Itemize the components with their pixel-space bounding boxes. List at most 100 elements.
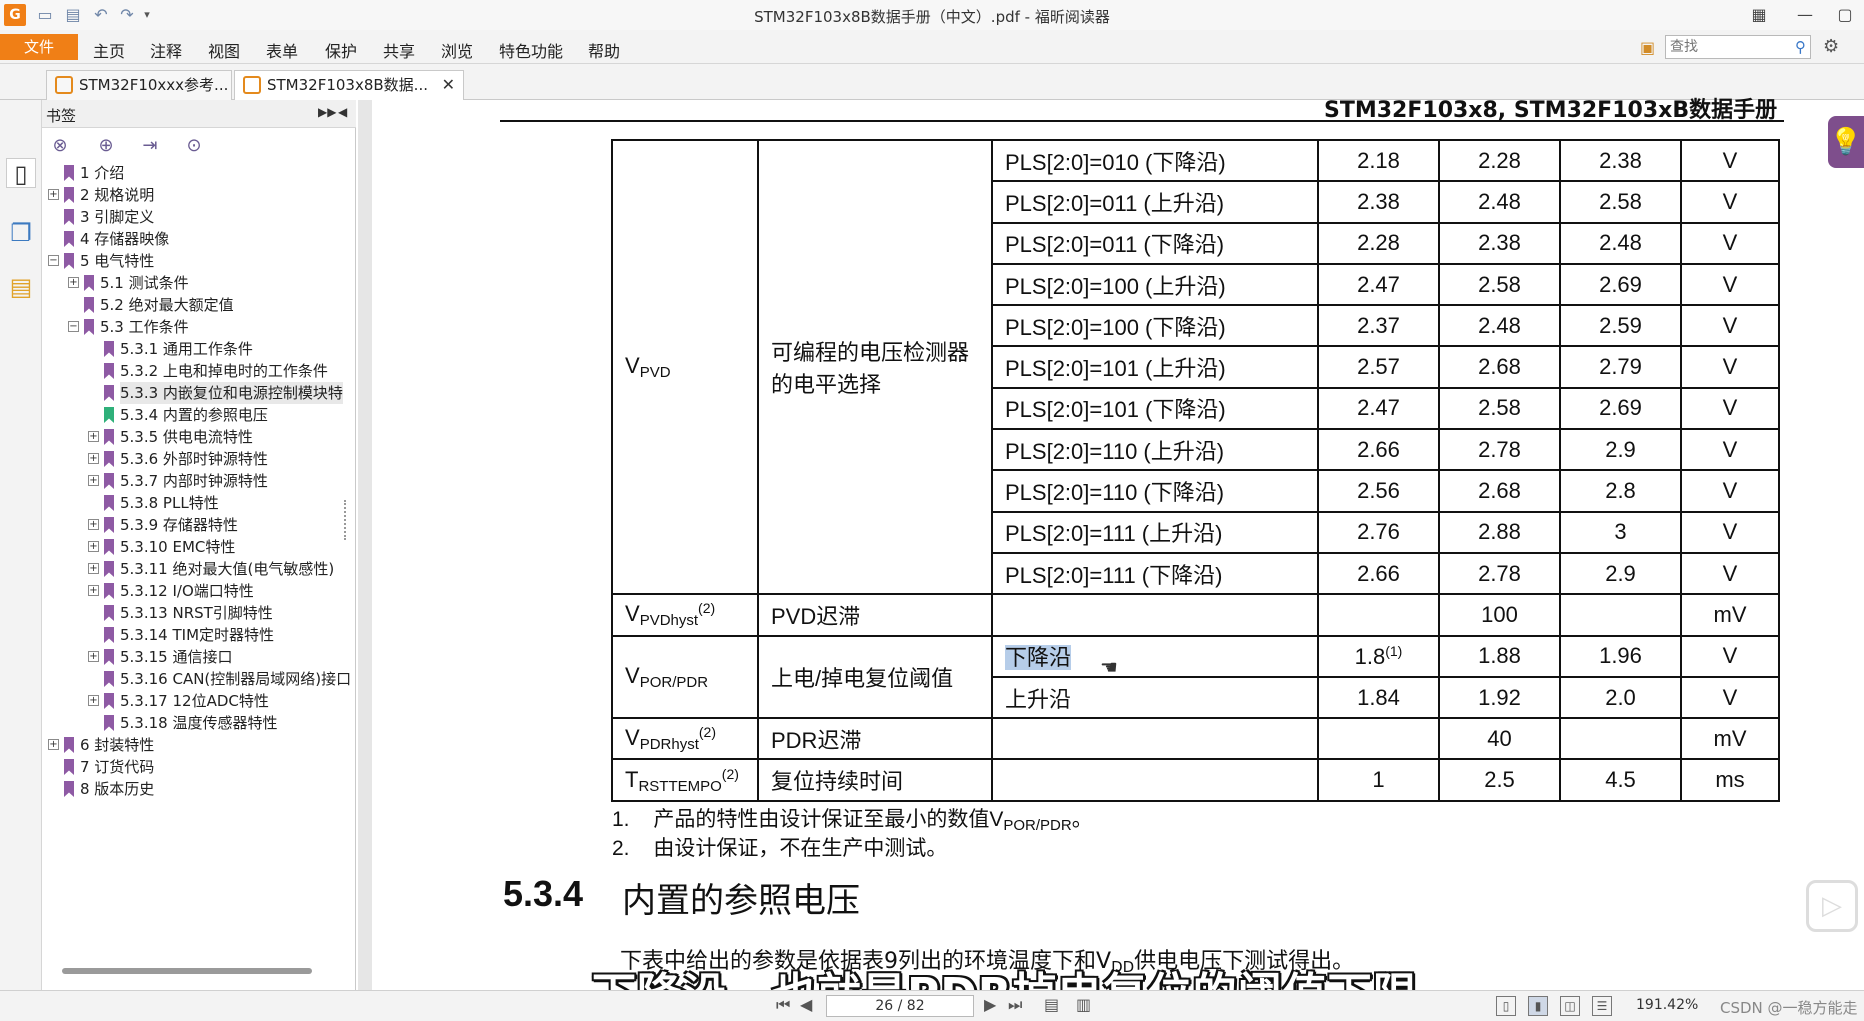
- gear-icon[interactable]: ⚙: [1823, 36, 1839, 57]
- symbol-cell: VPOR/PDR: [611, 634, 759, 720]
- electrical-spec-table: VPVD 可编程的电压检测器的电平选择 PLS[2:0]=010 (下降沿) 2.18…: [611, 138, 1780, 802]
- typ-cell: 2.48: [1438, 180, 1561, 224]
- collapse-icon[interactable]: −: [48, 255, 59, 266]
- min-cell: 2.47: [1317, 386, 1440, 431]
- page-number-field[interactable]: 26 / 82: [826, 995, 974, 1017]
- min-cell: 2.18: [1317, 138, 1440, 183]
- tab-datasheet[interactable]: STM32F103x8B数据... ✕: [234, 70, 464, 100]
- expand-icon[interactable]: +: [88, 453, 99, 464]
- continuous-facing-view-icon[interactable]: ☰: [1592, 996, 1612, 1016]
- tab-reference-manual[interactable]: STM32F10xxx参考...: [46, 70, 232, 100]
- zoom-level[interactable]: 191.42%: [1636, 997, 1698, 1013]
- collapse-icon[interactable]: −: [68, 321, 79, 332]
- expand-icon[interactable]: +: [88, 541, 99, 552]
- facing-view-icon[interactable]: ◫: [1560, 996, 1580, 1016]
- bookmark-panel-title: 书签: [46, 107, 77, 125]
- bookmark-label: 5.3 工作条件: [100, 318, 189, 336]
- print-icon[interactable]: ▤: [1044, 995, 1059, 1014]
- expand-panel-icon[interactable]: ▶▶: [318, 105, 336, 119]
- menu-bar: 文件 主页 注释 视图 表单 保护 共享 浏览 特色功能 帮助 ▣ ⚲ ⚙: [0, 30, 1864, 64]
- first-page-icon[interactable]: ⏮: [776, 995, 790, 1015]
- unit-cell: V: [1680, 221, 1780, 265]
- menu-home[interactable]: 主页: [93, 38, 125, 62]
- table-row: TRSTTEMPO(2) 复位持续时间 1 2.5 4.5 ms: [611, 758, 1780, 802]
- menu-browse[interactable]: 浏览: [441, 38, 473, 62]
- condition-cell-selected: 下降沿: [991, 634, 1319, 678]
- menu-share[interactable]: 共享: [383, 38, 415, 62]
- menu-file[interactable]: 文件: [0, 34, 78, 60]
- expand-icon[interactable]: +: [88, 695, 99, 706]
- delete-bookmark-icon[interactable]: ⊗: [48, 134, 72, 158]
- expand-icon[interactable]: +: [48, 189, 59, 200]
- menu-form[interactable]: 表单: [266, 38, 298, 62]
- min-cell: 2.66: [1317, 428, 1440, 472]
- min-cell: 2.47: [1317, 262, 1440, 307]
- expand-icon[interactable]: +: [88, 519, 99, 530]
- menu-help[interactable]: 帮助: [588, 38, 620, 62]
- expand-bookmark-icon[interactable]: ⇥: [138, 134, 162, 158]
- horizontal-scrollbar[interactable]: [62, 968, 312, 974]
- condition-cell: PLS[2:0]=101 (下降沿): [991, 386, 1319, 431]
- search-icon[interactable]: ⚲: [1795, 38, 1806, 56]
- prev-page-icon[interactable]: ◀: [800, 995, 812, 1014]
- menu-comment[interactable]: 注释: [150, 38, 182, 62]
- typ-cell: 2.68: [1438, 469, 1561, 513]
- expand-icon[interactable]: +: [88, 651, 99, 662]
- search-input[interactable]: [1666, 36, 1776, 58]
- unit-cell: V: [1680, 304, 1780, 348]
- condition-cell: PLS[2:0]=100 (上升沿): [991, 262, 1319, 307]
- continuous-view-icon[interactable]: ▮: [1528, 996, 1548, 1016]
- section-title: 内置的参照电压: [622, 881, 860, 921]
- add-bookmark-icon[interactable]: ⊕: [94, 134, 118, 158]
- bookmark-label: 5.3.3 内嵌复位和电源控制模块特: [120, 382, 343, 404]
- condition-cell: [991, 758, 1319, 802]
- folder-search-icon[interactable]: ▣: [1640, 38, 1655, 57]
- bookmark-icon: [104, 407, 114, 423]
- menu-protect[interactable]: 保护: [325, 38, 357, 62]
- bookmark-label: 5.3.14 TIM定时器特性: [120, 626, 275, 644]
- bookmark-label: 5.3.13 NRST引脚特性: [120, 604, 273, 622]
- bookmark-label: 8 版本历史: [80, 780, 155, 798]
- minimize-icon[interactable]: —: [1790, 4, 1820, 26]
- expand-icon[interactable]: +: [88, 585, 99, 596]
- menu-features[interactable]: 特色功能: [499, 38, 563, 62]
- bookmark-label: 5.2 绝对最大额定值: [100, 296, 234, 314]
- panel-resize-handle[interactable]: [344, 500, 350, 540]
- layout-grid-icon[interactable]: ▦: [1744, 4, 1774, 26]
- close-icon[interactable]: ✕: [442, 71, 455, 99]
- bookmark-label: 7 订货代码: [80, 758, 155, 776]
- bookmark-panel-icon[interactable]: ▯: [6, 158, 36, 188]
- collapse-panel-icon[interactable]: ◀: [338, 105, 347, 119]
- typ-cell: 2.38: [1438, 221, 1561, 265]
- find-bookmark-icon[interactable]: ⊙: [182, 134, 206, 158]
- play-icon[interactable]: ▷: [1806, 880, 1858, 932]
- search-box[interactable]: ⚲: [1665, 35, 1811, 59]
- restore-icon[interactable]: ▢: [1830, 4, 1860, 26]
- typ-cell: 2.88: [1438, 510, 1561, 554]
- expand-icon[interactable]: +: [88, 563, 99, 574]
- last-page-icon[interactable]: ⏭: [1008, 995, 1022, 1015]
- bookmark-header: 书签 ▶▶ ◀: [42, 100, 356, 128]
- expand-icon[interactable]: +: [88, 475, 99, 486]
- max-cell: 3: [1559, 510, 1682, 554]
- single-page-view-icon[interactable]: ▯: [1496, 996, 1516, 1016]
- bookmark-label: 5 电气特性: [80, 252, 155, 270]
- min-cell: 2.66: [1317, 551, 1440, 596]
- bookmark-icon: [104, 451, 114, 467]
- expand-icon[interactable]: +: [88, 431, 99, 442]
- bookmark-label: 4 存储器映像: [80, 230, 170, 248]
- expand-icon[interactable]: +: [68, 277, 79, 288]
- page-layout-icon[interactable]: ▥: [1076, 995, 1091, 1014]
- lightbulb-icon[interactable]: 💡: [1828, 116, 1864, 168]
- min-cell: 1.8(1): [1317, 634, 1440, 678]
- condition-cell: PLS[2:0]=100 (下降沿): [991, 304, 1319, 348]
- unit-cell: V: [1680, 428, 1780, 472]
- table-row: VPVD 可编程的电压检测器的电平选择 PLS[2:0]=010 (下降沿) 2.18…: [611, 138, 1780, 596]
- unit-cell: V: [1680, 138, 1780, 183]
- bookmark-label: 5.3.18 温度传感器特性: [120, 714, 278, 732]
- expand-icon[interactable]: +: [48, 739, 59, 750]
- next-page-icon[interactable]: ▶: [984, 995, 996, 1014]
- page-thumbnails-icon[interactable]: ❐: [6, 218, 36, 248]
- menu-view[interactable]: 视图: [208, 38, 240, 62]
- comments-icon[interactable]: ▤: [6, 272, 36, 302]
